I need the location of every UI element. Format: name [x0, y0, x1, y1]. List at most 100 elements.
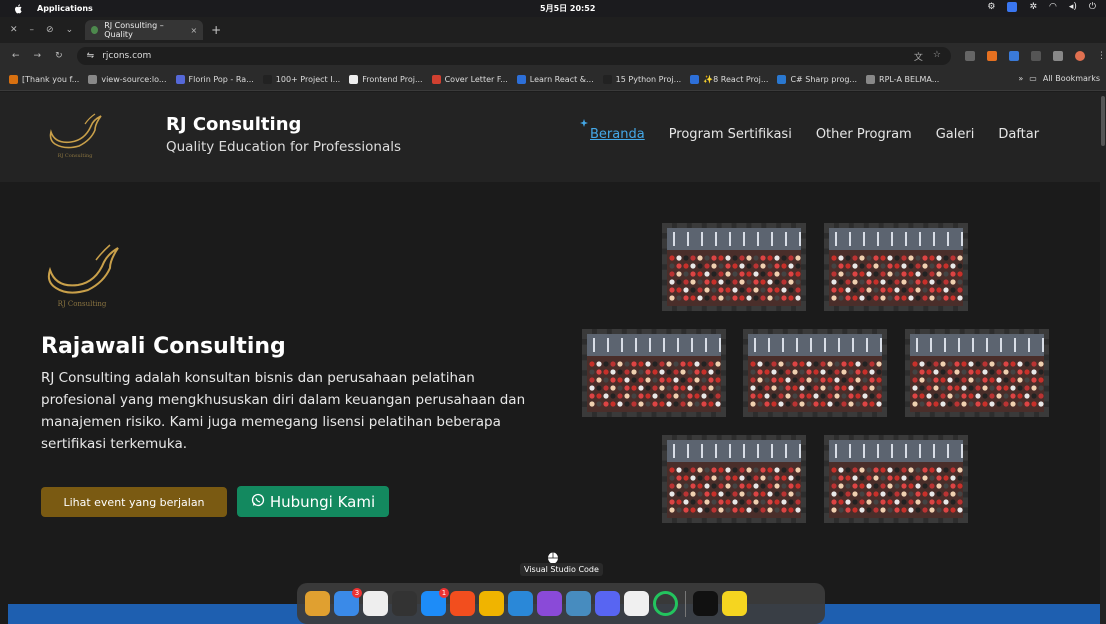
dock-figma-icon[interactable]	[450, 591, 475, 616]
brand-title[interactable]: RJ Consulting	[166, 114, 301, 135]
omnibox-actions: 文 ☆	[914, 50, 941, 63]
extension-2-icon[interactable]	[987, 51, 997, 61]
power-icon[interactable]: ⏻	[1089, 2, 1096, 12]
bookmark-item[interactable]: ✨8 React Proj...	[690, 75, 768, 84]
bookmark-label: C# Sharp prog...	[790, 75, 858, 84]
vscode-tray-icon[interactable]	[1007, 2, 1018, 12]
extension-4-icon[interactable]	[1031, 51, 1041, 61]
dock-app-store-icon[interactable]: 1	[421, 588, 449, 616]
contact-button-label: Hubungi Kami	[269, 492, 376, 511]
bookmark-favicon-icon	[431, 75, 441, 84]
new-tab-button[interactable]: +	[211, 23, 221, 37]
dock-tooltip: Visual Studio Code	[520, 563, 603, 576]
site-info-icon[interactable]: ⇋	[87, 51, 95, 61]
dock-visual-studio-icon[interactable]	[537, 591, 562, 616]
reload-icon[interactable]: ↻	[55, 51, 63, 61]
pin-icon[interactable]: ⊘	[46, 25, 54, 35]
conference-photo-image	[829, 228, 963, 306]
back-icon[interactable]: ←	[12, 51, 20, 61]
bookmark-item[interactable]: C# Sharp prog...	[777, 75, 857, 84]
rj-logo-icon[interactable]: RJ Consulting	[45, 110, 105, 160]
gallery-photo[interactable]	[905, 329, 1049, 417]
bookmark-item[interactable]: Florin Pop - Ra...	[175, 75, 254, 84]
contact-button[interactable]: Hubungi Kami	[237, 486, 389, 517]
gallery-photo[interactable]	[743, 329, 887, 417]
apple-icon[interactable]	[14, 3, 23, 14]
dock-launchpad-icon[interactable]	[305, 591, 330, 616]
notification-badge: 1	[439, 588, 449, 598]
bookmark-item[interactable]: 100+ Project I...	[262, 75, 340, 84]
view-events-button[interactable]: Lihat event yang berjalan	[41, 487, 227, 517]
gallery-photo[interactable]	[662, 435, 806, 523]
bookmark-favicon-icon	[866, 75, 876, 84]
svg-text:RJ Consulting: RJ Consulting	[58, 300, 107, 308]
dock-vscode-icon[interactable]	[508, 591, 533, 616]
page-scrollbar[interactable]	[1100, 92, 1106, 624]
bookmark-favicon-icon	[777, 75, 787, 84]
close-window-icon[interactable]: ✕	[10, 25, 18, 35]
bookmark-item[interactable]: [Thank you f...	[9, 75, 79, 84]
gallery-photo[interactable]	[662, 223, 806, 311]
bookmark-item[interactable]: Cover Letter F...	[431, 75, 508, 84]
dock-godot-icon[interactable]	[566, 591, 591, 616]
bookmark-item[interactable]: RPL-A BELMA...	[866, 75, 939, 84]
scrollbar-thumb[interactable]	[1101, 96, 1105, 146]
dock-stickies-icon[interactable]	[722, 591, 747, 616]
more-menu-icon[interactable]: ⋮	[1097, 51, 1106, 61]
bookmark-label: Learn React &...	[529, 75, 594, 84]
bookmark-label: RPL-A BELMA...	[879, 75, 940, 84]
wifi-icon[interactable]: ◠	[1049, 2, 1057, 12]
translate-icon[interactable]: 文	[914, 50, 923, 63]
nav-daftar[interactable]: Daftar	[998, 127, 1039, 142]
close-tab-icon[interactable]: ×	[190, 26, 197, 35]
nav-beranda[interactable]: Beranda	[580, 119, 645, 142]
browser-toolbar: ← → ↻ ⇋ rjcons.com 文 ☆ ⋮	[0, 43, 1106, 69]
bookmark-item[interactable]: Learn React &...	[516, 75, 594, 84]
volume-icon[interactable]: ◂)	[1069, 2, 1077, 12]
minimize-window-icon[interactable]: –	[30, 25, 35, 35]
nav-other-program[interactable]: Other Program	[816, 127, 912, 142]
all-bookmarks-button[interactable]: All Bookmarks	[1043, 74, 1100, 83]
gallery-photo[interactable]	[824, 223, 968, 311]
folder-icon: ▭	[1029, 74, 1037, 83]
dock-terminal-icon[interactable]	[392, 591, 417, 616]
bookmark-label: ✨8 React Proj...	[703, 75, 769, 84]
extension-1-icon[interactable]	[965, 51, 975, 61]
bookmark-favicon-icon	[349, 75, 359, 84]
dock-finder-icon[interactable]: 3	[334, 588, 362, 616]
tab-rj-consulting[interactable]: RJ Consulting – Quality ×	[85, 20, 204, 40]
bookmark-item[interactable]: Frontend Proj...	[349, 75, 423, 84]
nav-galeri[interactable]: Galeri	[936, 127, 975, 142]
dock-reminders-icon[interactable]	[624, 591, 649, 616]
dock-discord-icon[interactable]	[595, 591, 620, 616]
site-favicon-icon	[91, 26, 99, 34]
gallery-photo[interactable]	[824, 435, 968, 523]
dock-intellij-icon[interactable]	[693, 591, 718, 616]
applications-menu[interactable]: Applications	[37, 4, 93, 13]
browser-tabbar: ✕ – ⊘ ⌄ RJ Consulting – Quality × +	[0, 17, 1106, 43]
bookmark-item[interactable]: 15 Python Proj...	[602, 75, 681, 84]
more-bookmarks-button[interactable]: »	[1018, 74, 1023, 83]
url-text[interactable]: rjcons.com	[102, 51, 151, 61]
dock-notes-icon[interactable]	[363, 591, 388, 616]
bluetooth-icon[interactable]: ✲	[1029, 2, 1037, 12]
system-clock[interactable]: 5月5日 20:52	[540, 3, 595, 14]
address-bar[interactable]: ⇋ rjcons.com 文 ☆	[76, 47, 951, 65]
dock-chrome-icon[interactable]	[479, 591, 504, 616]
gear-icon[interactable]: ⚙	[987, 2, 995, 12]
tab-list-icon[interactable]: ⌄	[66, 25, 74, 35]
profile-avatar[interactable]	[1075, 51, 1085, 61]
bookmark-item[interactable]: view-source:lo...	[88, 75, 167, 84]
nav-program-sertifikasi[interactable]: Program Sertifikasi	[669, 127, 792, 142]
bookmark-label: Florin Pop - Ra...	[188, 75, 254, 84]
bookmark-star-icon[interactable]: ☆	[933, 50, 941, 63]
forward-icon[interactable]: →	[34, 51, 42, 61]
dock-ring-app-icon[interactable]	[653, 591, 678, 616]
bookmark-favicon-icon	[690, 75, 700, 84]
whatsapp-icon	[251, 493, 265, 511]
extensions-puzzle-icon[interactable]	[1053, 51, 1063, 61]
window-controls: ✕ – ⊘ ⌄	[10, 25, 73, 35]
gallery-photo[interactable]	[582, 329, 726, 417]
extension-3-icon[interactable]	[1009, 51, 1019, 61]
dock-separator	[685, 590, 686, 617]
